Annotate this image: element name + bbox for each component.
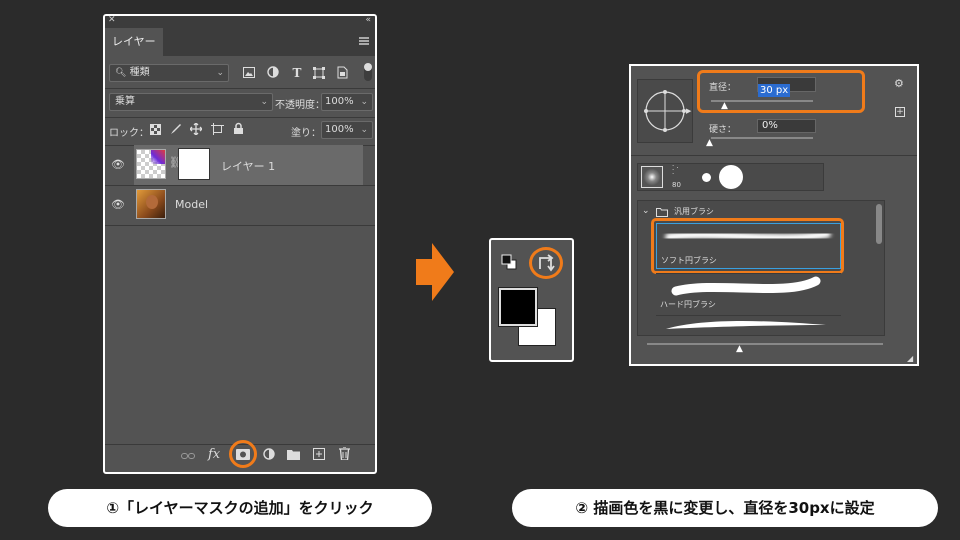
recent-brush-soft[interactable] <box>641 166 663 188</box>
layers-panel: ✕ « レイヤー 🔍︎ 種類 ⌄ T 乗算 ⌄ 不透明度： 100% ⌄ ロック… <box>103 14 377 474</box>
lock-transparent-icon[interactable] <box>150 124 161 135</box>
color-swatch-panel <box>489 238 574 362</box>
blend-mode-select[interactable]: 乗算 ⌄ <box>109 93 273 111</box>
foreground-color-swatch[interactable] <box>498 287 538 327</box>
fill-value: 100% <box>325 124 354 135</box>
lock-label: ロック： <box>109 128 149 139</box>
eye-icon[interactable]: 👁︎ <box>111 158 125 171</box>
layer-mask-thumbnail[interactable] <box>178 148 210 180</box>
filter-kind-label: 種類 <box>129 67 150 78</box>
link-layers-icon[interactable] <box>181 451 195 461</box>
preview-arrow-icon: ▶ <box>686 107 692 115</box>
hardness-input[interactable]: 0% <box>757 119 816 133</box>
hardness-slider-thumb[interactable]: ▲ <box>706 138 713 148</box>
layer-thumbnail-model <box>136 189 166 219</box>
chevron-down-icon: ⌄ <box>216 68 224 78</box>
gear-icon[interactable]: ⚙ <box>894 77 904 90</box>
layer-row-mask[interactable]: 👁︎ ⛓ レイヤー 1 <box>105 145 375 185</box>
lock-artboard-icon[interactable] <box>211 123 224 135</box>
opacity-input[interactable]: 100% ⌄ <box>321 93 373 111</box>
opacity-value: 100% <box>325 96 354 107</box>
panel-top-bar: ✕ « <box>105 16 375 28</box>
filter-toggle[interactable] <box>364 63 372 81</box>
new-layer-icon[interactable] <box>313 448 325 460</box>
collapse-icon[interactable]: « <box>365 16 371 25</box>
preset-hard-round[interactable]: ハード円ブラシ <box>656 273 841 315</box>
smart-object-filter-icon[interactable] <box>337 66 348 79</box>
type-filter-icon[interactable]: T <box>290 66 304 80</box>
panel-menu-icon[interactable] <box>359 37 369 45</box>
layer-name: Model <box>175 198 209 211</box>
close-icon[interactable]: ✕ <box>108 16 116 25</box>
layer-row-model[interactable]: 👁︎ Model <box>105 185 375 225</box>
shape-filter-icon[interactable] <box>313 67 325 79</box>
caption-step-1: ①「レイヤーマスクの追加」をクリック <box>48 489 432 527</box>
filter-kind-select[interactable]: 🔍︎ 種類 ⌄ <box>109 64 229 82</box>
lock-all-icon[interactable] <box>233 122 244 135</box>
recent-brush-hard-small[interactable] <box>702 173 711 182</box>
tab-layers[interactable]: レイヤー <box>105 28 163 56</box>
adjustment-filter-icon[interactable] <box>267 66 279 78</box>
preset-name: ハード円ブラシ <box>660 300 716 309</box>
brush-tip-preview[interactable] <box>637 79 693 143</box>
preset-folder-name: 汎用ブラシ <box>674 207 714 216</box>
folder-icon[interactable] <box>287 449 300 460</box>
layer-thumbnail <box>136 149 166 179</box>
layer-name: レイヤー 1 <box>221 160 276 173</box>
chevron-down-icon[interactable]: ⌄ <box>642 206 650 216</box>
chevron-down-icon: ⌄ <box>260 97 268 107</box>
adjustment-layer-icon[interactable] <box>263 448 275 460</box>
fx-icon[interactable]: fx <box>208 447 220 462</box>
add-layer-mask-icon[interactable] <box>236 449 250 460</box>
trash-icon[interactable] <box>339 447 350 460</box>
chevron-down-icon: ⌄ <box>360 125 368 135</box>
recent-brush-size: 80 <box>672 181 681 189</box>
brush-angle-icon <box>644 90 686 132</box>
brush-preset-panel: ▶ 直径： 30 px ▲ 硬さ： 0% ▲ ⚙ + ⁚ · · 80 ⌄ 汎用ブ… <box>629 64 919 366</box>
opacity-label: 不透明度： <box>275 100 325 111</box>
resize-grip-icon[interactable]: ◢ <box>907 354 913 363</box>
soft-brush-highlight <box>651 218 844 274</box>
hardness-label: 硬さ： <box>709 125 737 135</box>
preset-partial[interactable] <box>656 315 841 335</box>
arrow-right-icon <box>416 243 454 301</box>
chevron-down-icon: ⌄ <box>360 97 368 107</box>
default-colors-icon[interactable] <box>501 254 517 270</box>
preview-size-slider-track[interactable] <box>647 343 883 345</box>
tab-row: レイヤー <box>105 28 375 56</box>
fill-input[interactable]: 100% ⌄ <box>321 121 373 139</box>
brush-preset-list: ⌄ 汎用ブラシ ソフト円ブラシ ハード円ブラシ <box>637 200 885 336</box>
lock-position-icon[interactable] <box>190 123 202 135</box>
eye-icon[interactable]: 👁︎ <box>111 198 125 211</box>
folder-icon <box>656 208 668 217</box>
lock-pixels-icon[interactable] <box>170 123 182 135</box>
blend-mode-value: 乗算 <box>115 96 135 107</box>
search-icon: 🔍︎ <box>115 68 127 78</box>
preset-scrollbar[interactable] <box>876 204 882 244</box>
image-filter-icon[interactable] <box>243 67 255 78</box>
recent-brush-hard-large[interactable] <box>719 165 743 189</box>
swap-colors-icon[interactable] <box>537 254 555 272</box>
caption-step-2: ② 描画色を黒に変更し、直径を30pxに設定 <box>512 489 938 527</box>
pressure-stroke-preview <box>666 321 826 329</box>
size-highlight <box>697 70 865 113</box>
hard-stroke-preview <box>671 276 821 296</box>
recent-brushes: ⁚ · · 80 <box>637 163 824 191</box>
preview-size-slider-thumb[interactable]: ▲ <box>736 344 743 354</box>
fill-label: 塗り： <box>291 128 321 139</box>
new-preset-icon[interactable]: + <box>895 107 905 117</box>
hardness-slider-track[interactable] <box>711 137 813 139</box>
recent-brush-scatter[interactable]: ⁚ · · <box>672 165 679 178</box>
